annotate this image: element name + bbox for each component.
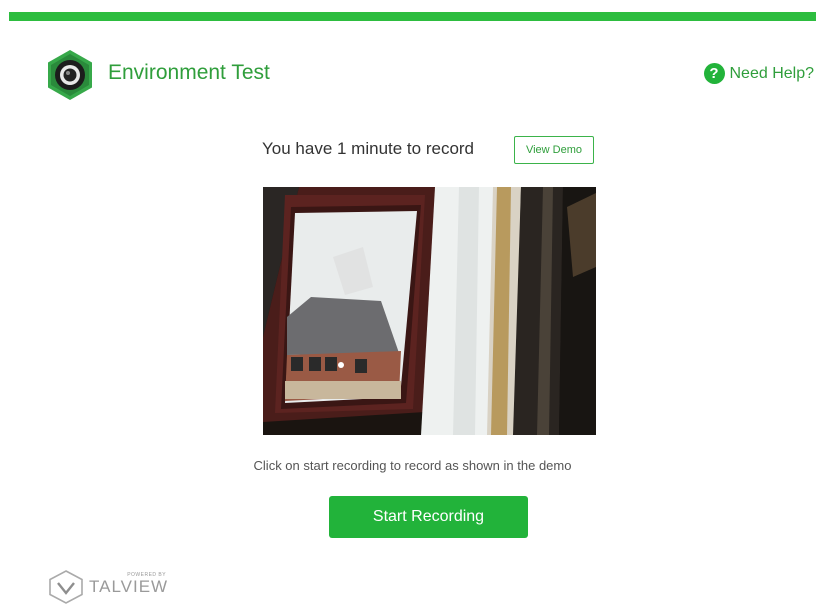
powered-by-talview: POWERED BY TALVIEW xyxy=(48,570,168,604)
record-time-prompt: You have 1 minute to record xyxy=(262,139,475,158)
recording-instruction: Click on start recording to record as sh… xyxy=(253,458,572,473)
question-circle-icon: ? xyxy=(703,63,725,84)
need-help-link[interactable]: ? Need Help? xyxy=(703,63,815,84)
webcam-preview xyxy=(263,187,596,435)
top-accent-bar xyxy=(9,12,816,21)
talview-logo-icon xyxy=(49,570,83,604)
brand-name: TALVIEW xyxy=(89,577,169,596)
view-demo-button[interactable]: View Demo xyxy=(514,136,594,164)
webcam-frame-image xyxy=(263,187,596,435)
powered-by-label: POWERED BY xyxy=(127,572,167,578)
need-help-label: Need Help? xyxy=(729,64,815,82)
app-title: Environment Test xyxy=(108,61,270,84)
start-recording-button[interactable]: Start Recording xyxy=(329,496,528,538)
camera-logo-icon xyxy=(48,50,92,100)
